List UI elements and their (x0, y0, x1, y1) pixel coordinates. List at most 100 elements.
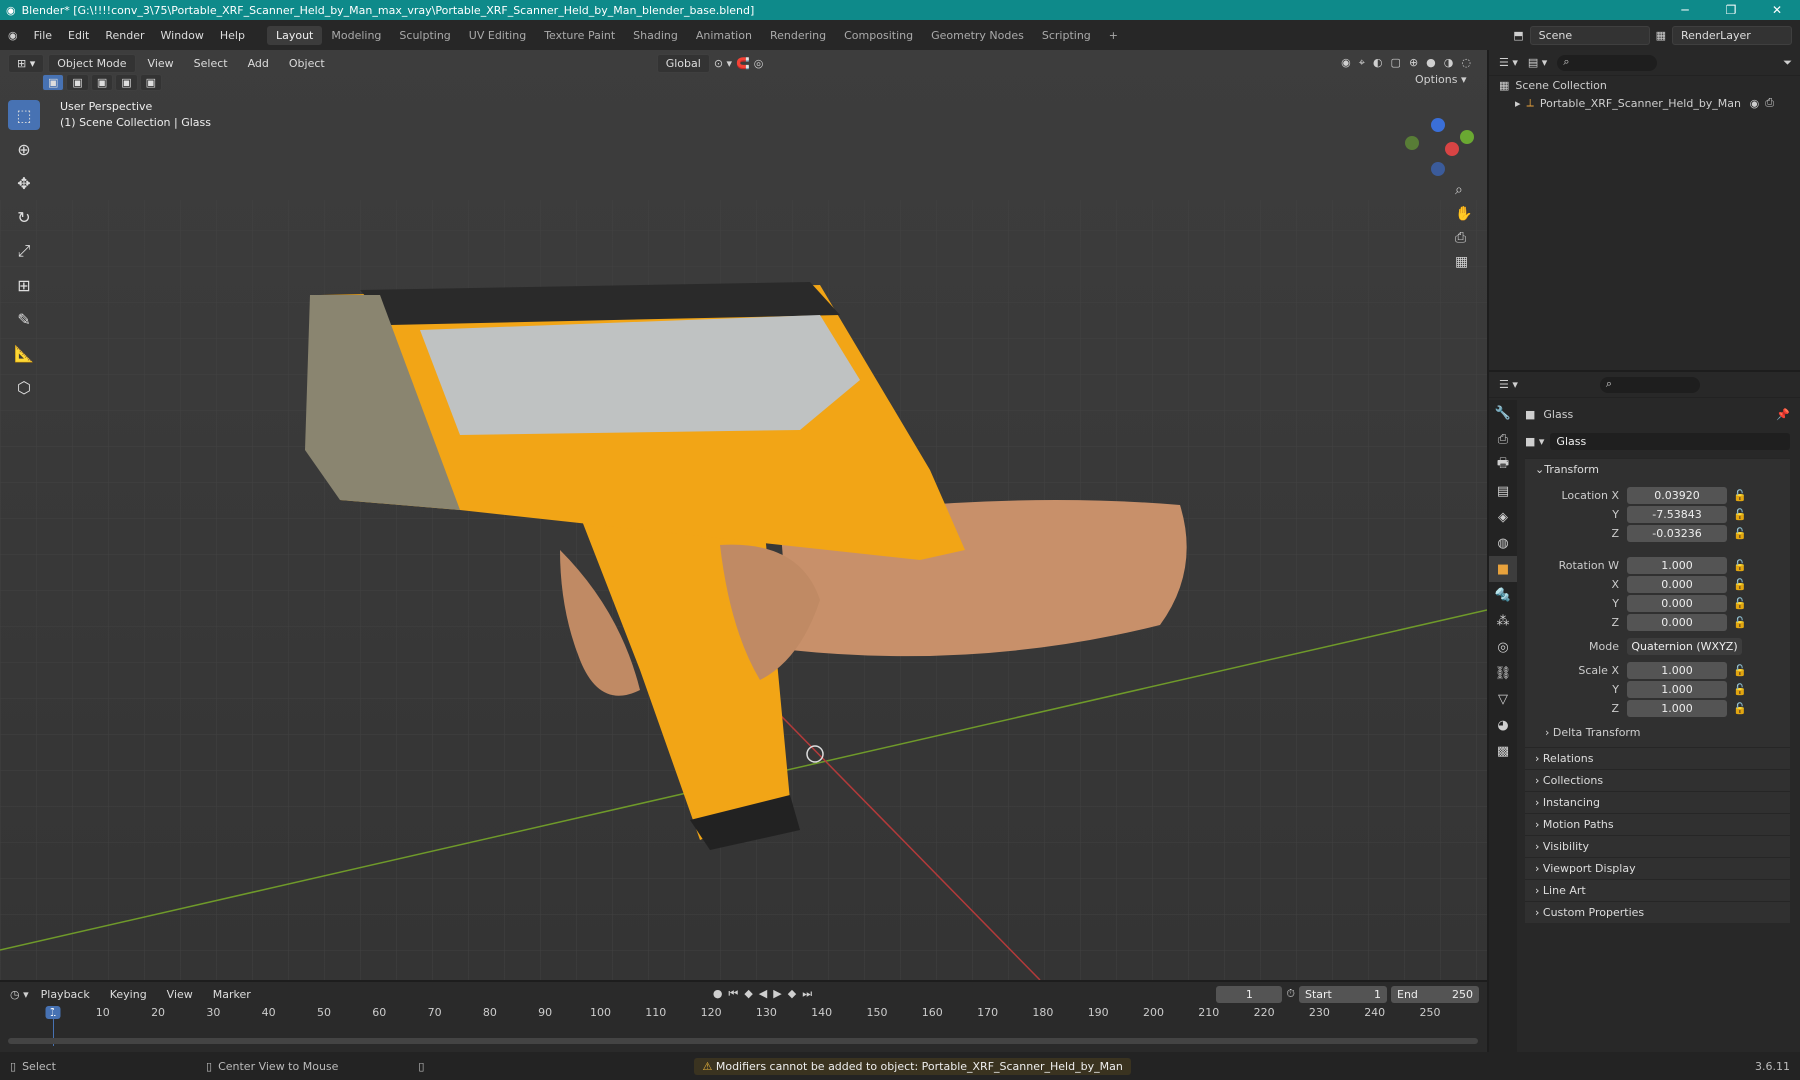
properties-search-input[interactable]: ⌕ (1599, 376, 1700, 393)
render-tab-icon[interactable]: ⎙ (1489, 426, 1517, 452)
rotation-z-field[interactable]: 0.000 (1627, 613, 1727, 631)
scale-tool-icon[interactable]: ⤢ (8, 236, 40, 266)
add-workspace-icon[interactable]: + (1100, 26, 1127, 45)
rotation-mode-select[interactable]: Quaternion (WXYZ) (1627, 637, 1742, 655)
editor-type-icon[interactable]: ⊞ ▾ (8, 53, 45, 73)
panel-custom-properties[interactable]: › Custom Properties (1525, 901, 1790, 923)
select-invert-icon[interactable]: ▣ (115, 74, 138, 91)
gizmo-neg-y-icon[interactable] (1405, 136, 1419, 150)
pan-hand-icon[interactable]: ✋ (1455, 206, 1472, 222)
rendered-shading-icon[interactable]: ◌ (1461, 56, 1471, 70)
location-y-field[interactable]: -7.53843 (1627, 505, 1727, 523)
scale-z-field[interactable]: 1.000 (1627, 699, 1727, 717)
rotation-y-field[interactable]: 0.000 (1627, 594, 1727, 612)
blender-menu-icon[interactable]: ◉ (0, 29, 26, 42)
timeline-ruler[interactable]: 1102030405060708090100110120130140150160… (0, 986, 1487, 1036)
world-tab-icon[interactable]: ◍ (1489, 530, 1517, 556)
menu-file[interactable]: File (26, 29, 60, 42)
tab-shading[interactable]: Shading (624, 26, 687, 45)
tab-modeling[interactable]: Modeling (322, 26, 390, 45)
tab-uv-editing[interactable]: UV Editing (460, 26, 535, 45)
panel-relations[interactable]: › Relations (1525, 747, 1790, 769)
viewport-menu-view[interactable]: View (140, 57, 182, 70)
gizmo-neg-z-icon[interactable] (1431, 162, 1445, 176)
orientation-selector[interactable]: Global (656, 53, 710, 73)
lock-icon[interactable]: 🔓 (1733, 664, 1747, 677)
tool-tab-icon[interactable]: 🔧 (1489, 400, 1517, 426)
object-data-icon[interactable]: ■ ▾ (1525, 435, 1544, 448)
lock-icon[interactable]: 🔓 (1733, 702, 1747, 715)
lock-icon[interactable]: 🔓 (1733, 559, 1747, 572)
rotation-w-field[interactable]: 1.000 (1627, 556, 1727, 574)
tab-scripting[interactable]: Scripting (1033, 26, 1100, 45)
menu-window[interactable]: Window (153, 29, 212, 42)
move-tool-icon[interactable]: ✥ (8, 168, 40, 198)
zoom-icon[interactable]: ⌕ (1455, 182, 1472, 198)
maximize-icon[interactable]: ❐ (1708, 3, 1754, 17)
solid-shading-icon[interactable]: ● (1426, 56, 1436, 70)
outliner-root-label[interactable]: Scene Collection (1515, 79, 1606, 92)
tab-sculpting[interactable]: Sculpting (390, 26, 459, 45)
add-cube-tool-icon[interactable]: ⬡ (8, 372, 40, 402)
panel-instancing[interactable]: › Instancing (1525, 791, 1790, 813)
physics-tab-icon[interactable]: ◎ (1489, 634, 1517, 660)
filter-icon[interactable]: ⏷ (1783, 56, 1792, 70)
rotation-x-field[interactable]: 0.000 (1627, 575, 1727, 593)
menu-render[interactable]: Render (97, 29, 152, 42)
scale-y-field[interactable]: 1.000 (1627, 680, 1727, 698)
lock-icon[interactable]: 🔓 (1733, 616, 1747, 629)
menu-help[interactable]: Help (212, 29, 253, 42)
viewport-menu-add[interactable]: Add (240, 57, 277, 70)
particles-tab-icon[interactable]: ⁂ (1489, 608, 1517, 634)
lock-icon[interactable]: 🔓 (1733, 489, 1747, 502)
overlay-icon[interactable]: ◐ (1373, 56, 1383, 70)
location-z-field[interactable]: -0.03236 (1627, 524, 1727, 542)
properties-type-icon[interactable]: ☰ ▾ (1499, 378, 1518, 391)
render-layer-selector[interactable]: RenderLayer (1672, 25, 1792, 45)
outliner-type-icon[interactable]: ☰ ▾ (1499, 56, 1518, 69)
modifier-tab-icon[interactable]: 🔩 (1489, 582, 1517, 608)
mode-selector[interactable]: Object Mode (48, 53, 136, 73)
material-tab-icon[interactable]: ◕ (1489, 712, 1517, 738)
output-tab-icon[interactable]: 🖶 (1489, 452, 1517, 478)
lock-icon[interactable]: 🔓 (1733, 508, 1747, 521)
scene-tab-icon[interactable]: ◈ (1489, 504, 1517, 530)
location-x-field[interactable]: 0.03920 (1627, 486, 1727, 504)
scene-selector[interactable]: Scene (1529, 25, 1650, 45)
gizmo-toggle-icon[interactable]: ⌖ (1359, 56, 1365, 70)
render-layer-icon[interactable]: ▦ (1656, 29, 1666, 42)
gizmo-z-icon[interactable] (1431, 118, 1445, 132)
timeline-scrollbar[interactable] (8, 1038, 1478, 1044)
lock-icon[interactable]: 🔓 (1733, 683, 1747, 696)
constraints-tab-icon[interactable]: ⛓ (1489, 660, 1517, 686)
material-shading-icon[interactable]: ◑ (1444, 56, 1454, 70)
annotate-tool-icon[interactable]: ✎ (8, 304, 40, 334)
panel-motion-paths[interactable]: › Motion Paths (1525, 813, 1790, 835)
pin-icon[interactable]: 📌 (1776, 408, 1790, 421)
lock-icon[interactable]: 🔓 (1733, 597, 1747, 610)
data-tab-icon[interactable]: ▽ (1489, 686, 1517, 712)
lock-icon[interactable]: 🔓 (1733, 578, 1747, 591)
expand-arrow-icon[interactable]: ▸ (1515, 97, 1521, 110)
proportional-edit-icon[interactable]: ◎ (754, 57, 764, 70)
minimize-icon[interactable]: ─ (1662, 3, 1708, 17)
object-name-field[interactable]: Glass (1550, 432, 1790, 450)
delta-transform-subpanel[interactable]: › Delta Transform (1525, 718, 1780, 739)
view-layer-tab-icon[interactable]: ▤ (1489, 478, 1517, 504)
pivot-icon[interactable]: ⊙ ▾ (714, 57, 732, 70)
select-intersect-icon[interactable]: ▣ (139, 74, 163, 91)
scale-x-field[interactable]: 1.000 (1627, 661, 1727, 679)
wireframe-shading-icon[interactable]: ⊕ (1409, 56, 1418, 70)
camera-render-icon[interactable]: ⎙ (1765, 96, 1774, 110)
menu-edit[interactable]: Edit (60, 29, 97, 42)
tab-texture-paint[interactable]: Texture Paint (535, 26, 624, 45)
3d-viewport[interactable]: User Perspective (1) Scene Collection | … (0, 50, 1487, 980)
tab-compositing[interactable]: Compositing (835, 26, 922, 45)
select-box-icon[interactable]: ⬚ (8, 100, 40, 130)
panel-visibility[interactable]: › Visibility (1525, 835, 1790, 857)
tab-rendering[interactable]: Rendering (761, 26, 835, 45)
gizmo-y-icon[interactable] (1460, 130, 1474, 144)
xray-icon[interactable]: ▢ (1391, 56, 1401, 70)
scene-icon[interactable]: ⬒ (1513, 29, 1523, 42)
panel-viewport-display[interactable]: › Viewport Display (1525, 857, 1790, 879)
